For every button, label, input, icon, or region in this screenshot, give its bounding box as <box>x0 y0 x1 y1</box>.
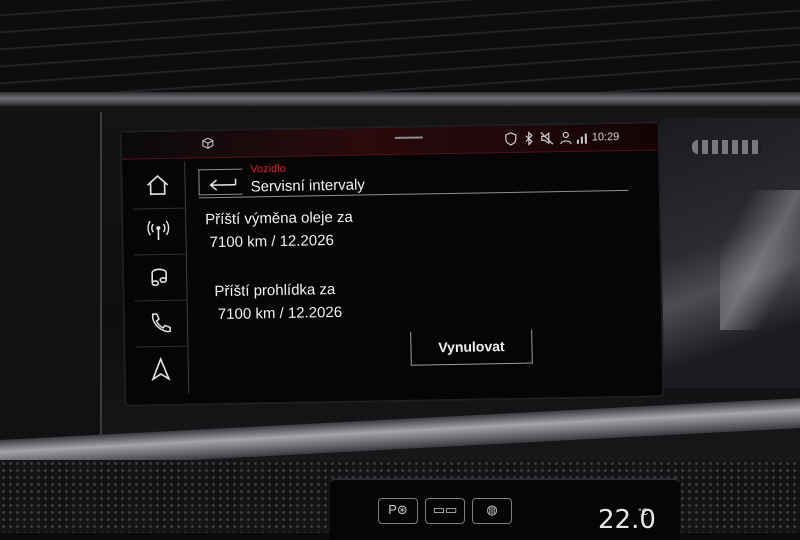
inspection-label: Příští prohlídka za <box>214 281 335 300</box>
status-drag-handle[interactable] <box>395 136 423 138</box>
clock: 10:29 <box>592 131 620 143</box>
climate-button-2[interactable]: ▭▭ <box>425 498 465 524</box>
cube-icon <box>202 137 214 149</box>
vent-trim-rail <box>0 92 800 106</box>
air-vent <box>0 0 800 105</box>
navigation-arrow-icon <box>148 357 174 381</box>
breadcrumb[interactable]: Vozidlo <box>250 163 286 176</box>
panel-grille <box>692 140 762 154</box>
reset-button[interactable]: Vynulovat <box>410 330 533 366</box>
music-note-icon <box>146 265 172 289</box>
climate-button-1[interactable]: P⊛ <box>378 498 418 524</box>
person-icon <box>560 131 572 145</box>
inspection-value: 7100 km / 12.2026 <box>218 304 343 323</box>
panel-reflection <box>720 190 800 330</box>
sidebar-item-home[interactable] <box>132 162 185 210</box>
sidebar-item-radio[interactable] <box>133 208 186 256</box>
shield-icon <box>504 132 518 146</box>
signal-icon <box>576 131 590 145</box>
infotainment-screen: 10:29 <box>122 123 663 404</box>
oil-change-label: Příští výměna oleje za <box>205 209 353 229</box>
sidebar-item-media[interactable] <box>134 254 187 302</box>
sidebar-item-phone[interactable] <box>135 300 188 348</box>
home-icon <box>144 173 170 197</box>
radio-icon <box>145 219 171 243</box>
sidebar <box>132 162 189 395</box>
phone-icon <box>147 311 173 335</box>
oil-change-value: 7100 km / 12.2026 <box>209 232 334 251</box>
mute-icon <box>540 131 554 145</box>
sidebar-item-navigation[interactable] <box>135 346 188 393</box>
bluetooth-icon <box>524 132 534 146</box>
page-title: Servisní intervaly <box>250 176 364 195</box>
back-button[interactable] <box>198 169 242 196</box>
temperature-unit: °C <box>638 507 648 517</box>
back-arrow-icon <box>205 175 237 192</box>
climate-button-3[interactable]: ◍ <box>472 498 512 524</box>
left-dash-panel <box>0 112 102 452</box>
